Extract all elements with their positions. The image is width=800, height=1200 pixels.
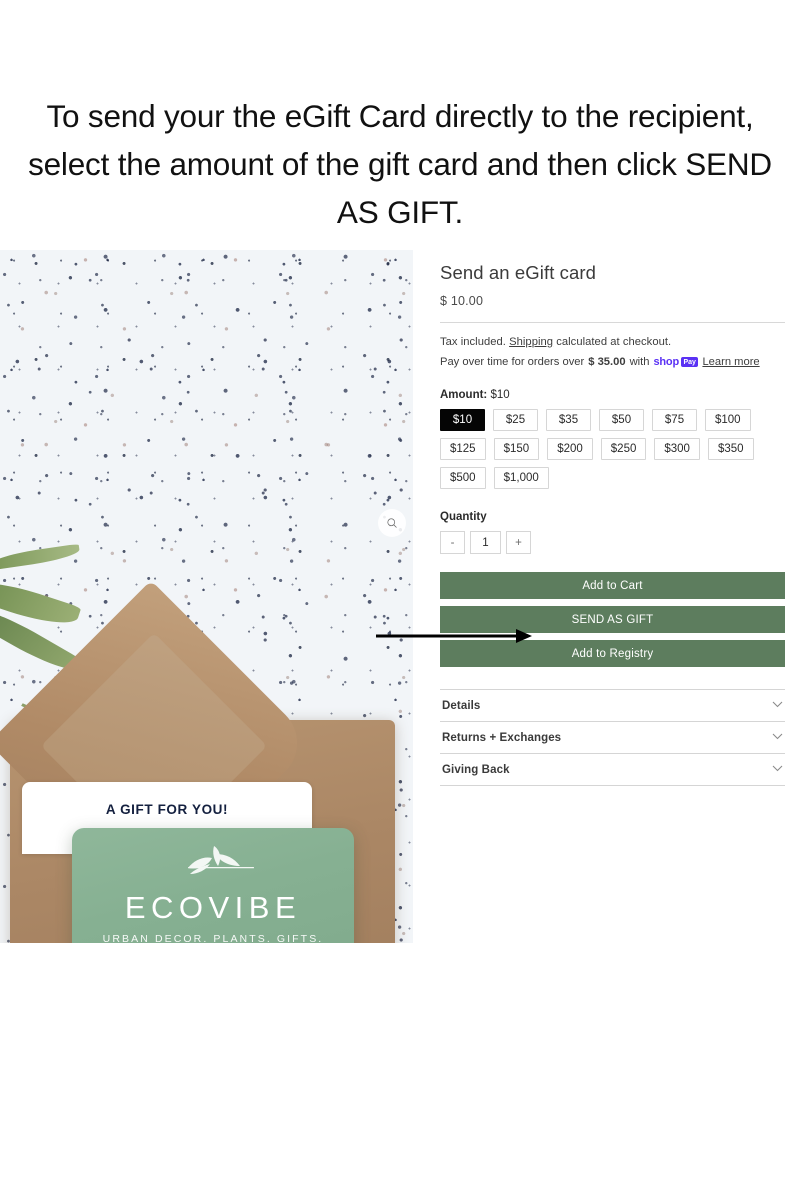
accordion-label: Returns + Exchanges	[442, 732, 562, 744]
quantity-stepper: - 1 +	[440, 531, 785, 554]
amount-swatch[interactable]: $10	[440, 409, 485, 431]
amount-swatch[interactable]: $350	[707, 438, 754, 460]
product-info-panel: Send an eGift card $ 10.00 Tax included.…	[440, 262, 785, 786]
accordion-label: Giving Back	[442, 764, 510, 776]
shipping-link[interactable]: Shipping	[509, 336, 553, 348]
quantity-input[interactable]: 1	[470, 531, 501, 554]
gift-card-tagline: URBAN DECOR. PLANTS. GIFTS.	[102, 933, 324, 943]
amount-swatch[interactable]: $300	[654, 438, 700, 460]
chevron-down-icon	[772, 733, 783, 743]
ecovibe-gift-card: ECOVIBE URBAN DECOR. PLANTS. GIFTS.	[72, 828, 354, 943]
tax-note-prefix: Tax included.	[440, 336, 510, 348]
amount-swatch[interactable]: $250	[600, 438, 647, 460]
chevron-down-icon	[772, 701, 783, 711]
amount-swatch[interactable]: $200	[547, 438, 593, 460]
tax-note-suffix: calculated at checkout.	[553, 336, 672, 348]
amount-swatch[interactable]: $150	[493, 438, 540, 460]
amount-swatch[interactable]: $100	[705, 409, 751, 431]
pay-with-label: with	[629, 356, 650, 368]
learn-more-link[interactable]: Learn more	[702, 356, 759, 368]
page-title: Send an eGift card	[440, 262, 597, 283]
cta-button-group: Add to Cart SEND AS GIFT Add to Registry	[440, 572, 785, 667]
product-accordion: Details Returns + Exchanges Giving Back	[440, 689, 785, 786]
accordion-label: Details	[442, 700, 481, 712]
pay-threshold-amount: $ 35.00	[588, 356, 626, 368]
pay-over-time-prefix: Pay over time for orders over	[440, 356, 585, 368]
amount-selected-value: $10	[490, 389, 510, 401]
amount-swatch[interactable]: $50	[599, 409, 644, 431]
product-price: $ 10.00	[440, 294, 484, 308]
amount-swatch[interactable]: $25	[493, 409, 538, 431]
search-icon[interactable]	[378, 509, 406, 537]
quantity-increment-button[interactable]: +	[506, 531, 531, 554]
screenshot-root: To send your the eGift Card directly to …	[0, 0, 800, 1200]
amount-swatch[interactable]: $125	[440, 438, 486, 460]
shop-pay-logo: shop Pay	[653, 356, 699, 368]
product-image[interactable]: A GIFT FOR YOU! ECOVIBE URBAN DECOR. PLA…	[0, 250, 413, 943]
amount-swatch[interactable]: $1,000	[493, 467, 549, 489]
amount-label-text: Amount:	[440, 389, 488, 401]
chevron-down-icon	[772, 765, 783, 775]
quantity-decrement-button[interactable]: -	[440, 531, 465, 554]
leaf-logo-icon	[72, 844, 354, 883]
greeting-card-text: A GIFT FOR YOU!	[105, 802, 229, 817]
amount-swatch[interactable]: $75	[652, 409, 697, 431]
accordion-item-giving-back[interactable]: Giving Back	[440, 754, 785, 786]
instruction-heading: To send your the eGift Card directly to …	[28, 98, 772, 230]
shop-pay-wordmark: shop	[653, 356, 679, 368]
amount-swatch[interactable]: $500	[440, 467, 486, 489]
add-to-cart-button[interactable]: Add to Cart	[440, 572, 785, 599]
shop-pay-badge: Pay	[680, 357, 699, 367]
shop-pay-message: Pay over time for orders over $ 35.00 wi…	[440, 356, 785, 368]
gift-card-brand: ECOVIBE	[124, 890, 302, 925]
divider	[440, 322, 785, 323]
arrow-right-icon	[376, 626, 534, 646]
amount-swatch-group: $10 $25 $35 $50 $75 $100 $125 $150 $200 …	[440, 409, 785, 489]
quantity-label: Quantity	[440, 511, 487, 523]
amount-label: Amount: $10	[440, 389, 785, 401]
accordion-item-returns-exchanges[interactable]: Returns + Exchanges	[440, 722, 785, 754]
accordion-item-details[interactable]: Details	[440, 689, 785, 722]
tax-note: Tax included. Shipping calculated at che…	[440, 336, 785, 348]
amount-swatch[interactable]: $35	[546, 409, 591, 431]
